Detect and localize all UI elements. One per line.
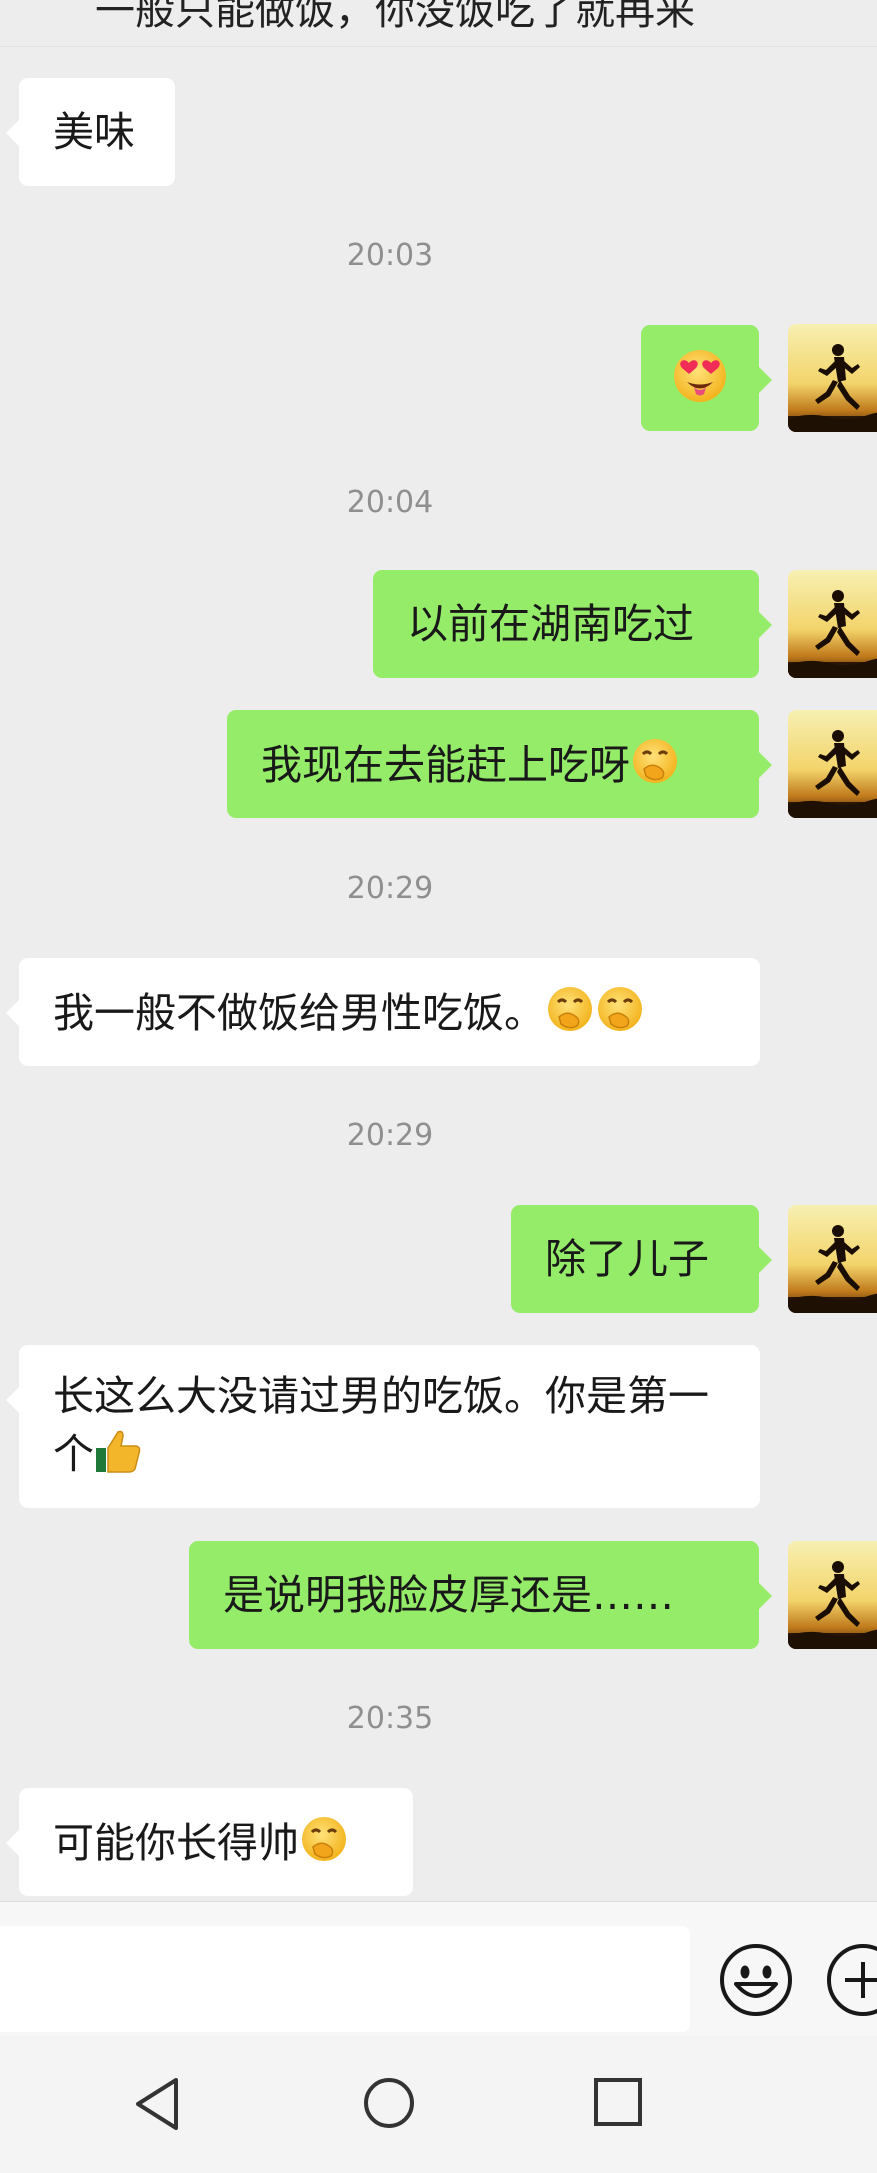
avatar-self[interactable]: [788, 710, 877, 818]
message-incoming[interactable]: 美味: [6, 78, 175, 186]
message-incoming[interactable]: 我一般不做饭给男性吃饭。: [6, 958, 760, 1066]
hand-over-mouth-emoji: [630, 736, 680, 800]
thumbs-up-emoji: [94, 1426, 142, 1489]
message-text: 长这么大没请过男的吃饭。你是第一个: [53, 1372, 709, 1478]
message-outgoing[interactable]: 以前在湖南吃过: [373, 570, 772, 678]
hand-over-mouth-emoji: [595, 984, 645, 1048]
smiley-icon[interactable]: [718, 1942, 794, 2022]
message-text: 我现在去能赶上吃呀: [261, 741, 630, 789]
message-outgoing[interactable]: 除了儿子: [511, 1205, 772, 1313]
message-outgoing[interactable]: [641, 325, 772, 431]
timestamp: 20:03: [346, 238, 434, 273]
back-triangle-icon[interactable]: [132, 2076, 182, 2136]
timestamp: 20:29: [346, 871, 434, 906]
star-struck-emoji: [671, 347, 729, 419]
hand-over-mouth-emoji: [545, 984, 595, 1048]
message-incoming[interactable]: 长这么大没请过男的吃饭。你是第一个: [6, 1345, 760, 1508]
timestamp: 20:35: [346, 1701, 434, 1736]
message-text: 美味: [53, 108, 135, 156]
message-input[interactable]: [0, 1926, 690, 2032]
avatar-self[interactable]: [788, 1205, 877, 1313]
message-outgoing[interactable]: 是说明我脸皮厚还是……: [189, 1541, 772, 1649]
message-text: 除了儿子: [545, 1235, 709, 1283]
recents-square-icon[interactable]: [592, 2076, 644, 2132]
message-incoming[interactable]: 可能你长得帅: [6, 1788, 413, 1896]
avatar-self[interactable]: [788, 1541, 877, 1649]
timestamp: 20:29: [346, 1118, 434, 1153]
message-text: 以前在湖南吃过: [407, 600, 694, 648]
hand-over-mouth-emoji: [299, 1814, 349, 1878]
timestamp: 20:04: [346, 485, 434, 520]
message-text: 我一般不做饭给男性吃饭。: [53, 989, 545, 1037]
home-circle-icon[interactable]: [362, 2076, 416, 2134]
chat-area: 美味 20:03 20:04 以前在湖南吃过 我现在去能赶上吃呀 20:29 我…: [0, 0, 877, 1900]
plus-circle-icon[interactable]: [825, 1942, 877, 2022]
avatar-self[interactable]: [788, 324, 877, 432]
message-outgoing[interactable]: 我现在去能赶上吃呀: [227, 710, 772, 818]
message-text: 可能你长得帅: [53, 1819, 299, 1867]
system-nav-bar: [0, 2036, 877, 2173]
avatar-self[interactable]: [788, 570, 877, 678]
input-bar: [0, 1901, 877, 2036]
message-text: 是说明我脸皮厚还是……: [223, 1571, 674, 1619]
